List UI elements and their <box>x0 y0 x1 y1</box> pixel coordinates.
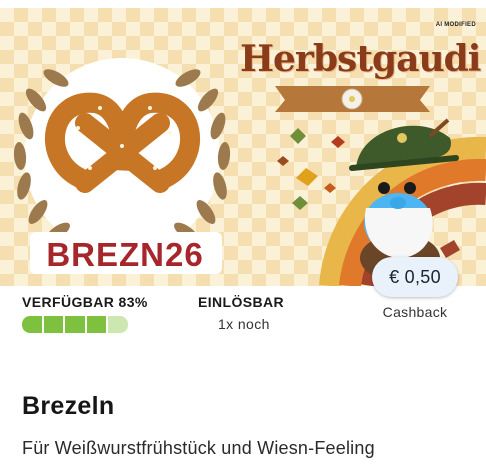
cashback-label: Cashback <box>382 304 448 320</box>
promo-code: BREZN26 <box>46 236 204 273</box>
progress-segment <box>22 316 42 333</box>
progress-segment <box>108 316 128 333</box>
redeemable-label: EINLÖSBAR <box>198 294 285 310</box>
redeemable-value: 1x noch <box>218 316 270 332</box>
autumn-leaves-icon <box>277 128 345 210</box>
progress-segment <box>43 316 64 333</box>
product-description: Für Weißwurstfrühstück und Wiesn-Feeling <box>22 438 375 458</box>
promo-banner: AI MODIFIED Herbstgaudi BREZN26 <box>0 8 486 286</box>
product-title: Brezeln <box>22 392 115 420</box>
availability-label: VERFÜGBAR 83% <box>22 294 148 310</box>
banner-title: Herbstgaudi <box>240 38 481 80</box>
progress-segment <box>65 316 85 333</box>
edelweiss-ribbon-icon <box>275 86 430 112</box>
availability-progress-bar <box>22 316 128 333</box>
progress-segment <box>86 316 107 333</box>
